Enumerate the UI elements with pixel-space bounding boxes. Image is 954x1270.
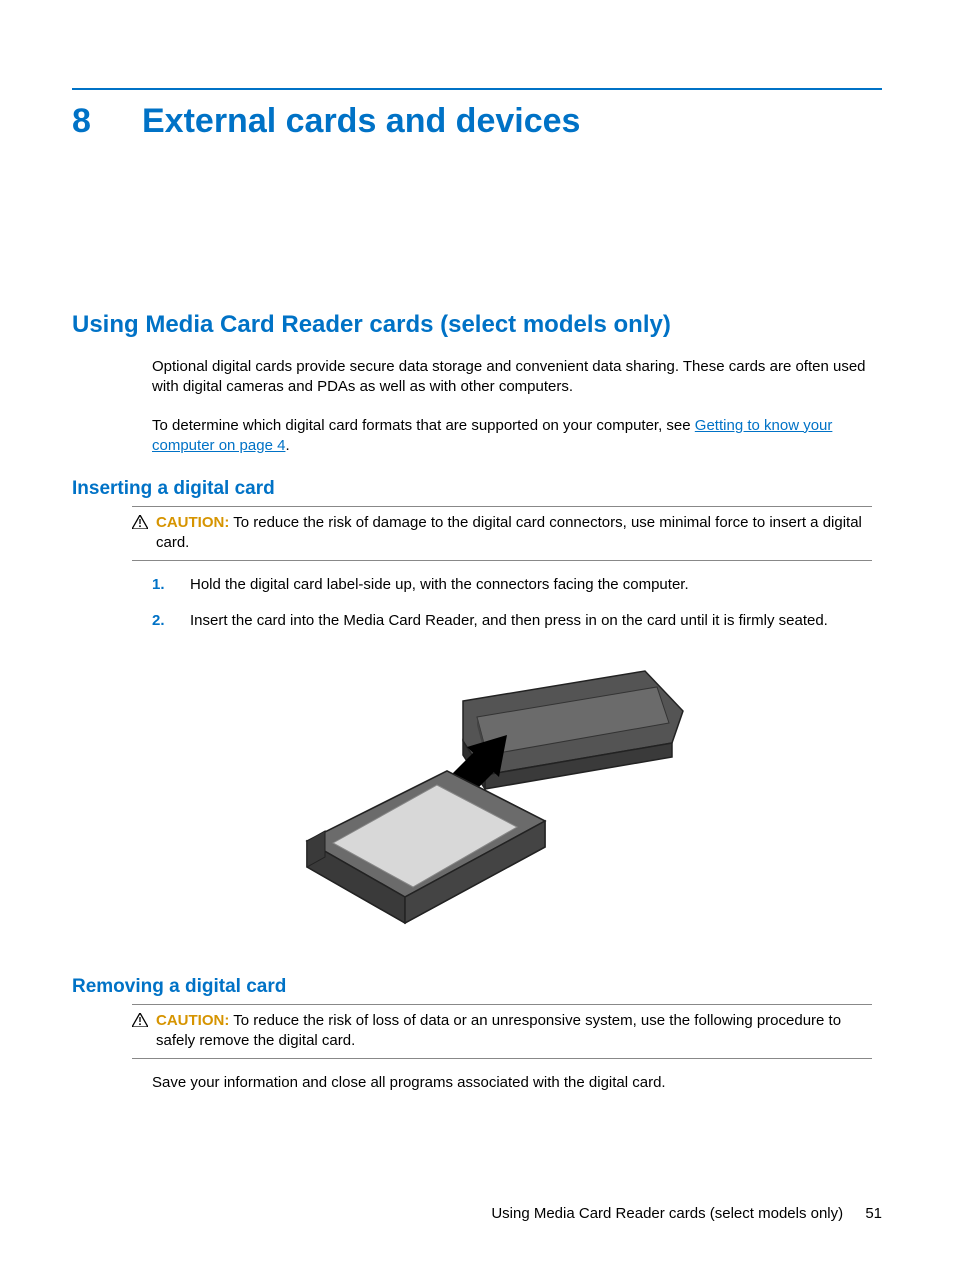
para2-post: . — [285, 437, 289, 454]
step-number: 2. — [152, 611, 170, 631]
sd-card-icon — [307, 771, 545, 923]
warning-icon — [132, 1011, 148, 1052]
removing-caution: CAUTION: To reduce the risk of loss of d… — [132, 1004, 872, 1059]
card-insertion-illustration — [72, 651, 882, 946]
caution-label: CAUTION: — [156, 1012, 229, 1029]
page-footer: Using Media Card Reader cards (select mo… — [491, 1205, 882, 1222]
section-body: Optional digital cards provide secure da… — [152, 357, 872, 456]
page-number: 51 — [865, 1205, 882, 1222]
list-item: 2. Insert the card into the Media Card R… — [152, 611, 872, 631]
chapter-rule — [72, 88, 882, 90]
caution-text: To reduce the risk of loss of data or an… — [156, 1012, 841, 1049]
para2-pre: To determine which digital card formats … — [152, 417, 695, 434]
inserting-caution: CAUTION: To reduce the risk of damage to… — [132, 506, 872, 561]
removing-para: Save your information and close all prog… — [152, 1073, 872, 1093]
chapter-number: 8 — [72, 102, 102, 141]
section-para2: To determine which digital card formats … — [152, 416, 872, 457]
inserting-steps: 1. Hold the digital card label-side up, … — [152, 575, 872, 632]
chapter-header: 8 External cards and devices — [72, 102, 882, 141]
removing-body: Save your information and close all prog… — [152, 1073, 872, 1093]
chapter-title: External cards and devices — [142, 102, 580, 141]
step-number: 1. — [152, 575, 170, 595]
inserting-title: Inserting a digital card — [72, 478, 882, 500]
section-title: Using Media Card Reader cards (select mo… — [72, 311, 882, 339]
footer-section-title: Using Media Card Reader cards (select mo… — [491, 1205, 843, 1222]
caution-text: To reduce the risk of damage to the digi… — [156, 514, 862, 551]
removing-title: Removing a digital card — [72, 976, 882, 998]
warning-icon — [132, 513, 148, 554]
caution-label: CAUTION: — [156, 514, 229, 531]
step-text: Insert the card into the Media Card Read… — [190, 611, 828, 631]
section-para1: Optional digital cards provide secure da… — [152, 357, 872, 398]
list-item: 1. Hold the digital card label-side up, … — [152, 575, 872, 595]
step-text: Hold the digital card label-side up, wit… — [190, 575, 689, 595]
